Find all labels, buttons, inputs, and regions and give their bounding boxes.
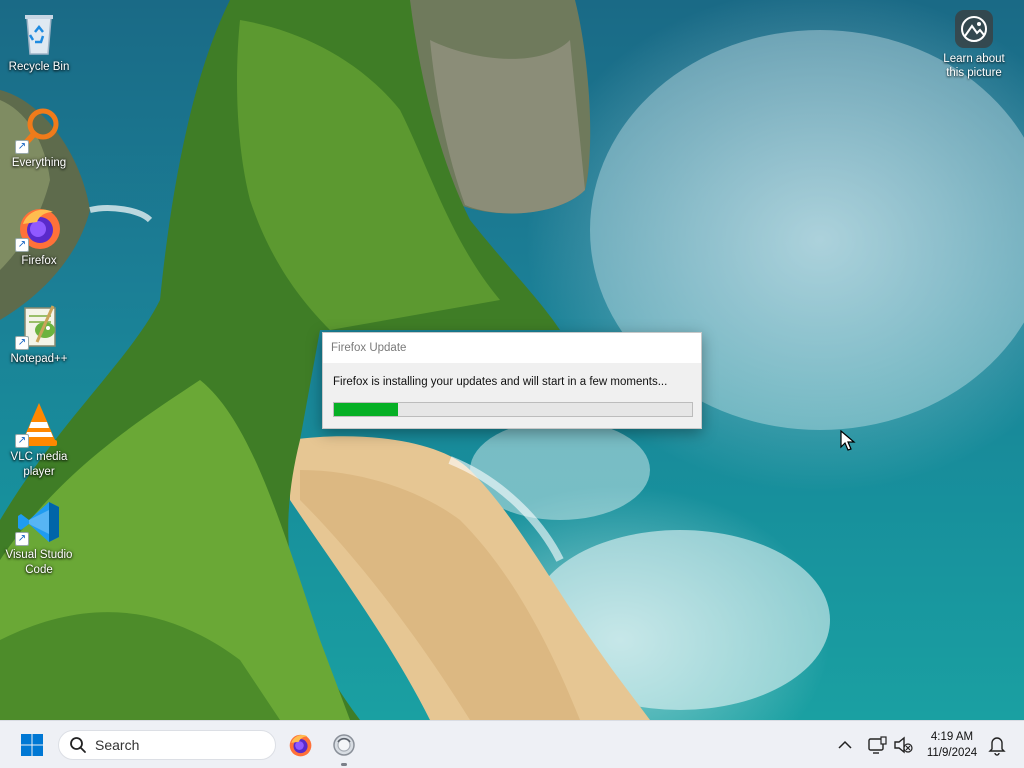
- start-button[interactable]: [14, 730, 50, 760]
- chevron-up-icon[interactable]: [836, 735, 854, 755]
- taskbar-search-box[interactable]: Search: [58, 730, 276, 760]
- taskbar-app-firefox-updater[interactable]: [327, 729, 361, 761]
- vlc-icon: ↗: [15, 400, 63, 448]
- dialog-title: Firefox Update: [323, 333, 701, 363]
- volume-muted-icon[interactable]: [893, 734, 913, 756]
- firefox-icon: [289, 734, 312, 757]
- desktop-icon-label: Notepad++: [10, 353, 68, 365]
- search-placeholder: Search: [95, 737, 140, 753]
- desktop-icon-vlc[interactable]: ↗ VLC media player: [1, 400, 77, 480]
- dialog-message: Firefox is installing your updates and w…: [333, 376, 668, 388]
- desktop-icon-vscode[interactable]: ↗ Visual Studio Code: [1, 498, 77, 578]
- bell-icon[interactable]: [987, 734, 1007, 756]
- running-app-indicator: [341, 763, 347, 766]
- recycle-bin-icon: [15, 10, 63, 58]
- shortcut-arrow-icon: ↗: [15, 336, 29, 350]
- taskbar: Search 4:19 AM 11/9/2024: [0, 720, 1024, 768]
- firefox-update-dialog[interactable]: Firefox Update Firefox is installing you…: [322, 332, 702, 429]
- clock-time: 4:19 AM: [930, 731, 974, 743]
- network-icon[interactable]: [866, 734, 888, 756]
- firefox-icon: ↗: [15, 204, 63, 252]
- update-progress-fill: [334, 403, 399, 416]
- clock-date: 11/9/2024: [926, 747, 978, 759]
- notepadpp-icon: ↗: [15, 302, 63, 350]
- search-icon: [70, 737, 86, 753]
- desktop-icon-label: Visual Studio Code: [5, 549, 73, 576]
- shortcut-arrow-icon: ↗: [15, 532, 29, 546]
- learn-about-picture-button[interactable]: Learn about this picture: [934, 10, 1014, 80]
- camera-icon: [955, 10, 993, 48]
- updater-icon: [333, 734, 355, 756]
- learn-about-picture-label: Learn about this picture: [943, 53, 1005, 79]
- windows-logo-icon: [21, 734, 43, 756]
- desktop-icon-label: VLC media player: [10, 451, 68, 478]
- desktop-icon-notepadpp[interactable]: ↗ Notepad++: [1, 302, 77, 367]
- desktop-icon-label: Everything: [11, 157, 67, 169]
- desktop-icon-everything[interactable]: ↗ Everything: [1, 106, 77, 171]
- taskbar-clock[interactable]: 4:19 AM 11/9/2024: [918, 729, 986, 761]
- desktop-icon-firefox[interactable]: ↗ Firefox: [1, 204, 77, 269]
- mouse-cursor-icon: [840, 430, 856, 451]
- desktop-icon-recycle-bin[interactable]: Recycle Bin: [1, 10, 77, 75]
- taskbar-app-firefox[interactable]: [283, 729, 317, 761]
- vscode-icon: ↗: [15, 498, 63, 546]
- update-progress-bar: [333, 402, 693, 417]
- shortcut-arrow-icon: ↗: [15, 238, 29, 252]
- shortcut-arrow-icon: ↗: [15, 140, 29, 154]
- everything-icon: ↗: [15, 106, 63, 154]
- desktop-icon-label: Firefox: [21, 255, 57, 267]
- desktop-icon-label: Recycle Bin: [8, 61, 70, 73]
- shortcut-arrow-icon: ↗: [15, 434, 29, 448]
